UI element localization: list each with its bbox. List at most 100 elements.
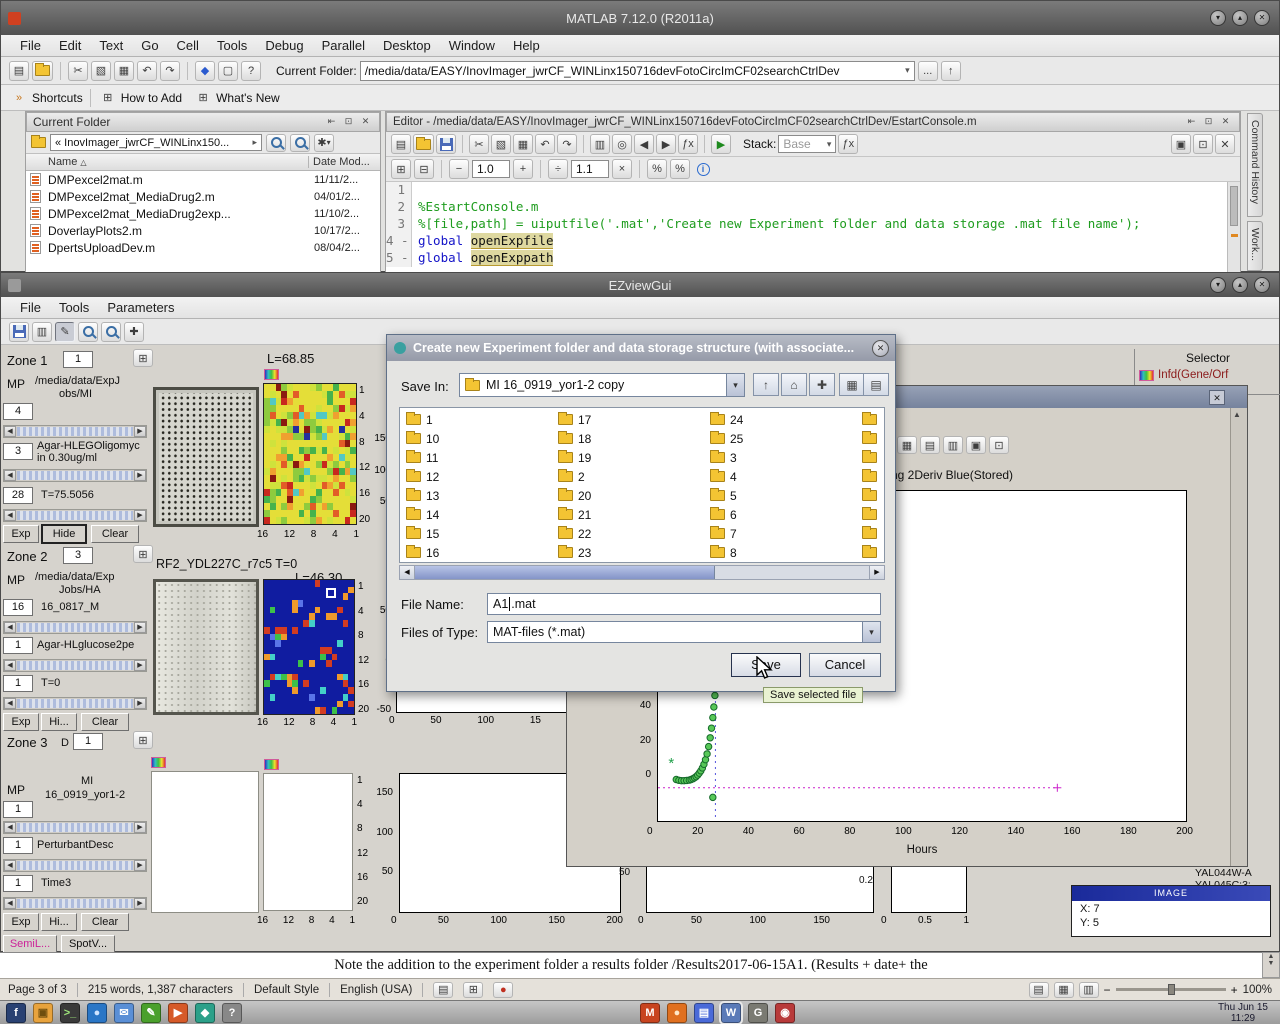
file-row[interactable]: DMPexcel2mat.m11/11/2...: [26, 171, 380, 188]
percent-2-icon[interactable]: %: [670, 159, 690, 179]
slider-left-icon[interactable]: ◀: [4, 822, 16, 833]
tab-workspace[interactable]: Work...: [1247, 221, 1263, 271]
zone3-field-3[interactable]: 1: [3, 875, 33, 892]
slider-track[interactable]: [17, 699, 133, 708]
editor-float-icon[interactable]: ⊡: [1201, 115, 1216, 129]
zone1-slider-1[interactable]: ◀▶: [3, 425, 147, 438]
menu-cell[interactable]: Cell: [168, 35, 208, 56]
slider-right-icon[interactable]: ▶: [134, 426, 146, 437]
folder-item[interactable]: [856, 486, 885, 505]
code-line[interactable]: 2%EstartConsole.m: [386, 199, 1240, 216]
folder-item[interactable]: [856, 524, 885, 543]
folder-item[interactable]: 8: [704, 543, 856, 562]
folder-item[interactable]: 24: [704, 410, 856, 429]
view-book-icon[interactable]: ▥: [1079, 982, 1099, 998]
folder-item[interactable]: [856, 467, 885, 486]
cf-col-name[interactable]: Name: [26, 156, 77, 168]
selector-entry[interactable]: Infd(Gene/Orf: [1158, 369, 1228, 381]
slider-left-icon[interactable]: ◀: [4, 510, 16, 521]
editor-back-icon[interactable]: ◀: [634, 134, 654, 154]
slider-track[interactable]: [17, 861, 133, 870]
slider-right-icon[interactable]: ▶: [134, 622, 146, 633]
code-line[interactable]: 1: [386, 182, 1240, 199]
menu-debug[interactable]: Debug: [256, 35, 312, 56]
ez-print-icon[interactable]: ▥: [32, 322, 52, 342]
editor-fx-icon[interactable]: ƒx: [678, 134, 698, 154]
zone3-slider-3[interactable]: ◀▶: [3, 897, 147, 910]
minimize-icon[interactable]: ▾: [1210, 10, 1226, 26]
float-icon[interactable]: ⊡: [341, 115, 356, 129]
page-style[interactable]: Default Style: [254, 984, 319, 996]
maximize-icon[interactable]: ▴: [1232, 10, 1248, 26]
word-count[interactable]: 215 words, 1,387 characters: [88, 984, 233, 996]
folder-item[interactable]: 5: [704, 486, 856, 505]
taskbar-screenshot-icon[interactable]: ◉: [775, 1003, 795, 1023]
results-list-icon[interactable]: ▤: [920, 436, 940, 454]
zone1-plate-image[interactable]: [153, 387, 259, 527]
results-layout-icon[interactable]: ▣: [966, 436, 986, 454]
slider-track[interactable]: [17, 899, 133, 908]
taskbar-text-editor-icon[interactable]: ✎: [141, 1003, 161, 1023]
slider-track[interactable]: [17, 427, 133, 436]
folder-item[interactable]: [856, 505, 885, 524]
open-file-icon[interactable]: [32, 61, 53, 81]
folder-item[interactable]: 19: [552, 448, 704, 467]
multiply-icon[interactable]: ×: [612, 159, 632, 179]
view-details-icon[interactable]: ▤: [863, 373, 889, 396]
taskbar-help-icon[interactable]: ?: [222, 1003, 242, 1023]
folder-item[interactable]: 12: [400, 467, 552, 486]
code-line[interactable]: 4 -global openExpfile: [386, 233, 1240, 250]
zone3-field-1[interactable]: 1: [3, 801, 33, 818]
clock[interactable]: Thu Jun 15 11:29: [1218, 1002, 1268, 1024]
file-row[interactable]: DMPexcel2mat_MediaDrug2exp...11/10/2...: [26, 205, 380, 222]
folder-item[interactable]: 7: [704, 524, 856, 543]
scroll-up-icon[interactable]: ▲: [1233, 410, 1241, 419]
slider-left-icon[interactable]: ◀: [4, 898, 16, 909]
taskbar-browser-icon[interactable]: ●: [87, 1003, 107, 1023]
mlint-marker[interactable]: [1231, 234, 1238, 237]
stack-combo[interactable]: Base ▾: [778, 135, 836, 153]
cell-value-2[interactable]: 1.1: [571, 160, 609, 178]
slider-track[interactable]: [17, 661, 133, 670]
zone3-colorbar-icon-2[interactable]: [264, 759, 279, 770]
help-icon[interactable]: ?: [241, 61, 261, 81]
folder-item[interactable]: 13: [400, 486, 552, 505]
zone1-spinner[interactable]: 1: [63, 351, 93, 368]
zone2-spinner[interactable]: 3: [63, 547, 93, 564]
editor-dock-icon[interactable]: ⇤: [1184, 115, 1199, 129]
ez-save-icon[interactable]: [9, 322, 29, 342]
ez-pan-icon[interactable]: ✚: [124, 322, 144, 342]
zone3-slider-1[interactable]: ◀▶: [3, 821, 147, 834]
view-multi-icon[interactable]: ▦: [1054, 982, 1074, 998]
zone3-image-left[interactable]: [151, 771, 259, 913]
files-type-caret-icon[interactable]: ▾: [862, 622, 880, 642]
zone3-clear-button[interactable]: Clear: [81, 913, 129, 931]
file-row[interactable]: DpertsUploadDev.m08/04/2...: [26, 239, 380, 256]
folder-item[interactable]: 3: [704, 448, 856, 467]
zoom-slider[interactable]: [1116, 988, 1226, 991]
up-one-level-icon[interactable]: ↑: [753, 373, 779, 396]
zone2-field-2[interactable]: 1: [3, 637, 33, 654]
folder-item[interactable]: 14: [400, 505, 552, 524]
zone2-grid-icon[interactable]: ⊞: [133, 545, 153, 563]
results-doc-icon[interactable]: ▥: [943, 436, 963, 454]
code-area[interactable]: 12%EstartConsole.m3%[file,path] = uiputf…: [386, 182, 1240, 272]
shortcuts-label[interactable]: Shortcuts: [32, 91, 83, 105]
home-icon[interactable]: ⌂: [781, 373, 807, 396]
writer-scrollbar[interactable]: ▲ ▼: [1262, 952, 1280, 978]
cut-icon[interactable]: ✂: [68, 61, 88, 81]
insert-mode-icon[interactable]: ▤: [433, 982, 453, 998]
close-icon[interactable]: ✕: [1254, 10, 1270, 26]
browse-folder-button[interactable]: ...: [918, 61, 938, 81]
zoom-percent[interactable]: 100%: [1243, 984, 1272, 996]
current-folder-panel-header[interactable]: Current Folder ⇤ ⊡ ✕: [26, 112, 380, 132]
taskbar-image-viewer-icon[interactable]: ◆: [195, 1003, 215, 1023]
dialog-titlebar[interactable]: Create new Experiment folder and data st…: [387, 335, 895, 361]
slider-left-icon[interactable]: ◀: [4, 660, 16, 671]
zone1-grid-icon[interactable]: ⊞: [133, 349, 153, 367]
tab-command-history[interactable]: Command History: [1247, 113, 1263, 217]
guide-icon[interactable]: ▢: [218, 61, 238, 81]
slider-right-icon[interactable]: ▶: [134, 898, 146, 909]
slider-track[interactable]: [17, 823, 133, 832]
folder-item[interactable]: 18: [552, 429, 704, 448]
